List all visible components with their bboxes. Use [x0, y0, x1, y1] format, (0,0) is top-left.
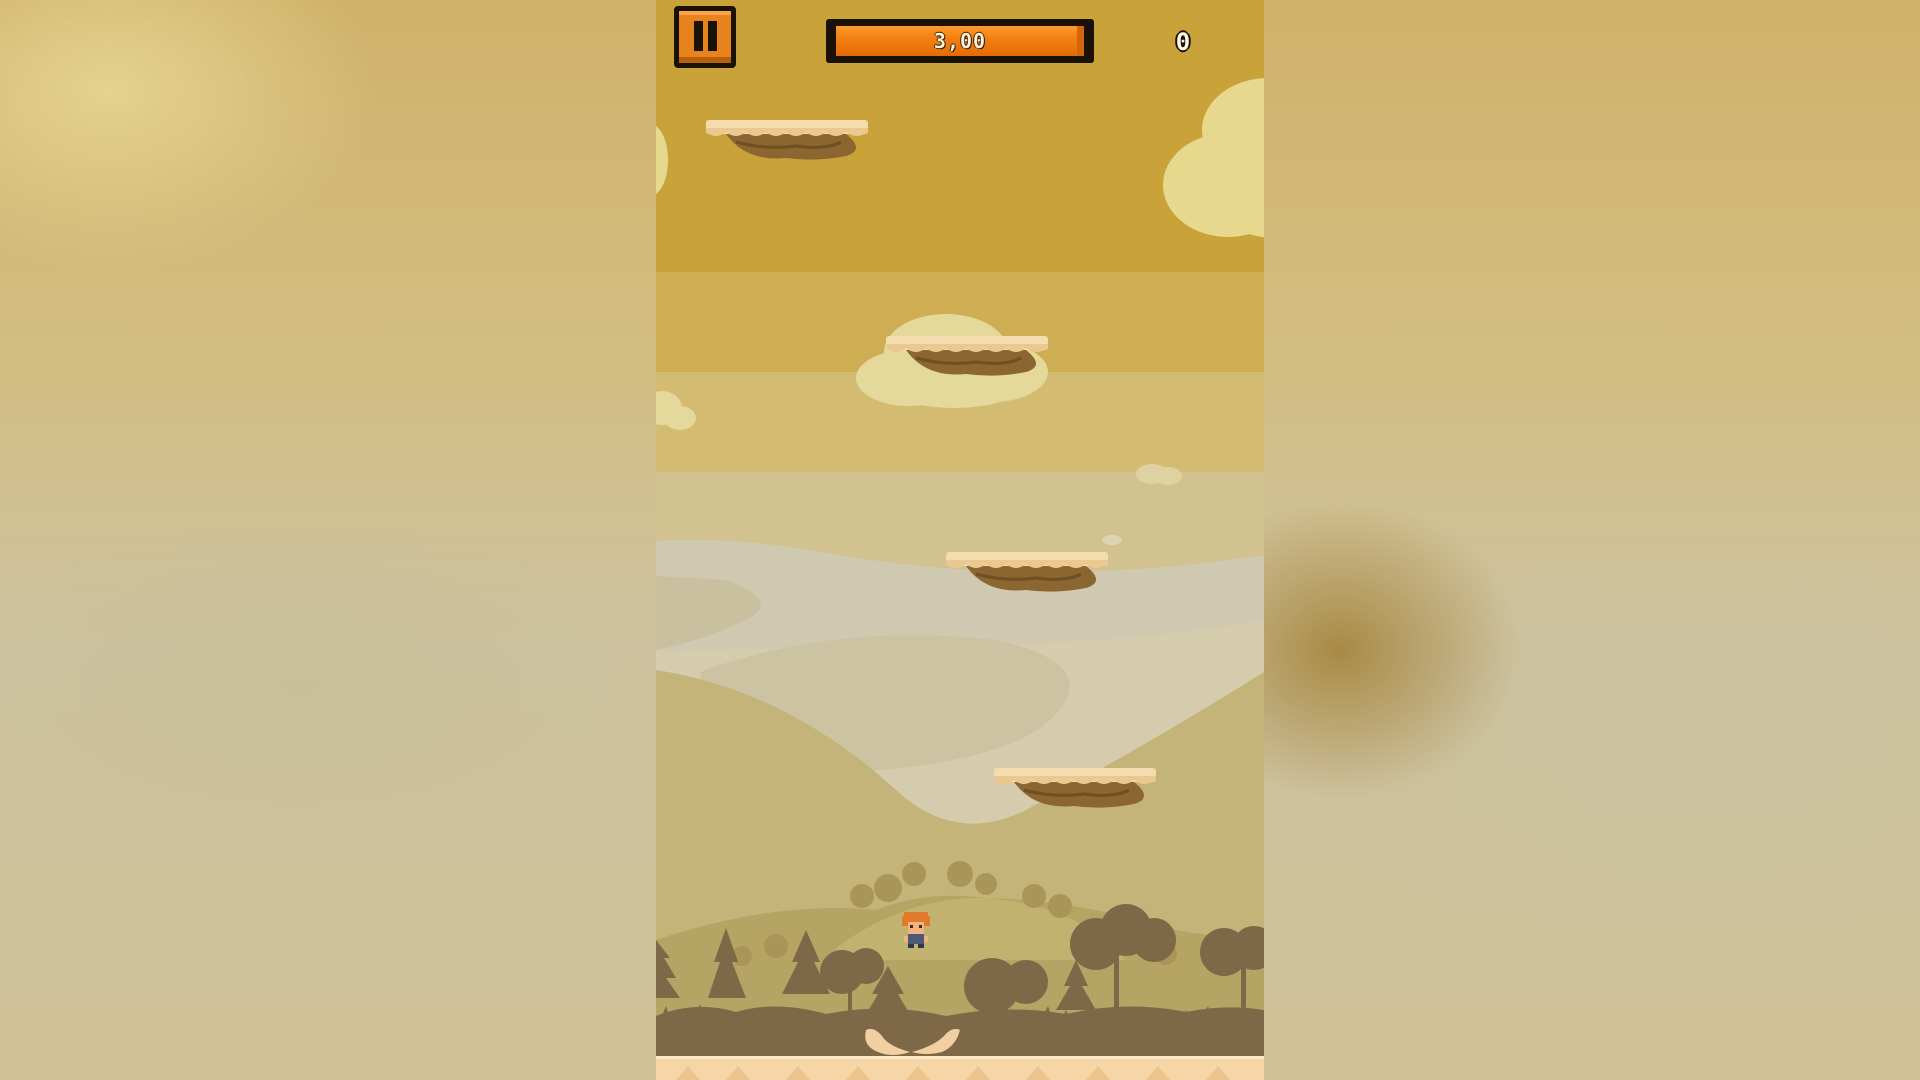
- game-scene: [656, 0, 1264, 1080]
- timer-value: 3,00: [933, 29, 987, 53]
- pause-button[interactable]: [674, 6, 736, 68]
- cloud-tiny: [1102, 535, 1122, 545]
- timer-track: 3,00: [836, 26, 1084, 56]
- score-counter: 0: [1175, 28, 1191, 56]
- timer-bar: 3,00: [826, 19, 1094, 63]
- ground-strip: [656, 1056, 1264, 1080]
- ground-edge: [656, 1056, 1264, 1059]
- game-viewport[interactable]: 3,00 0: [656, 0, 1264, 1080]
